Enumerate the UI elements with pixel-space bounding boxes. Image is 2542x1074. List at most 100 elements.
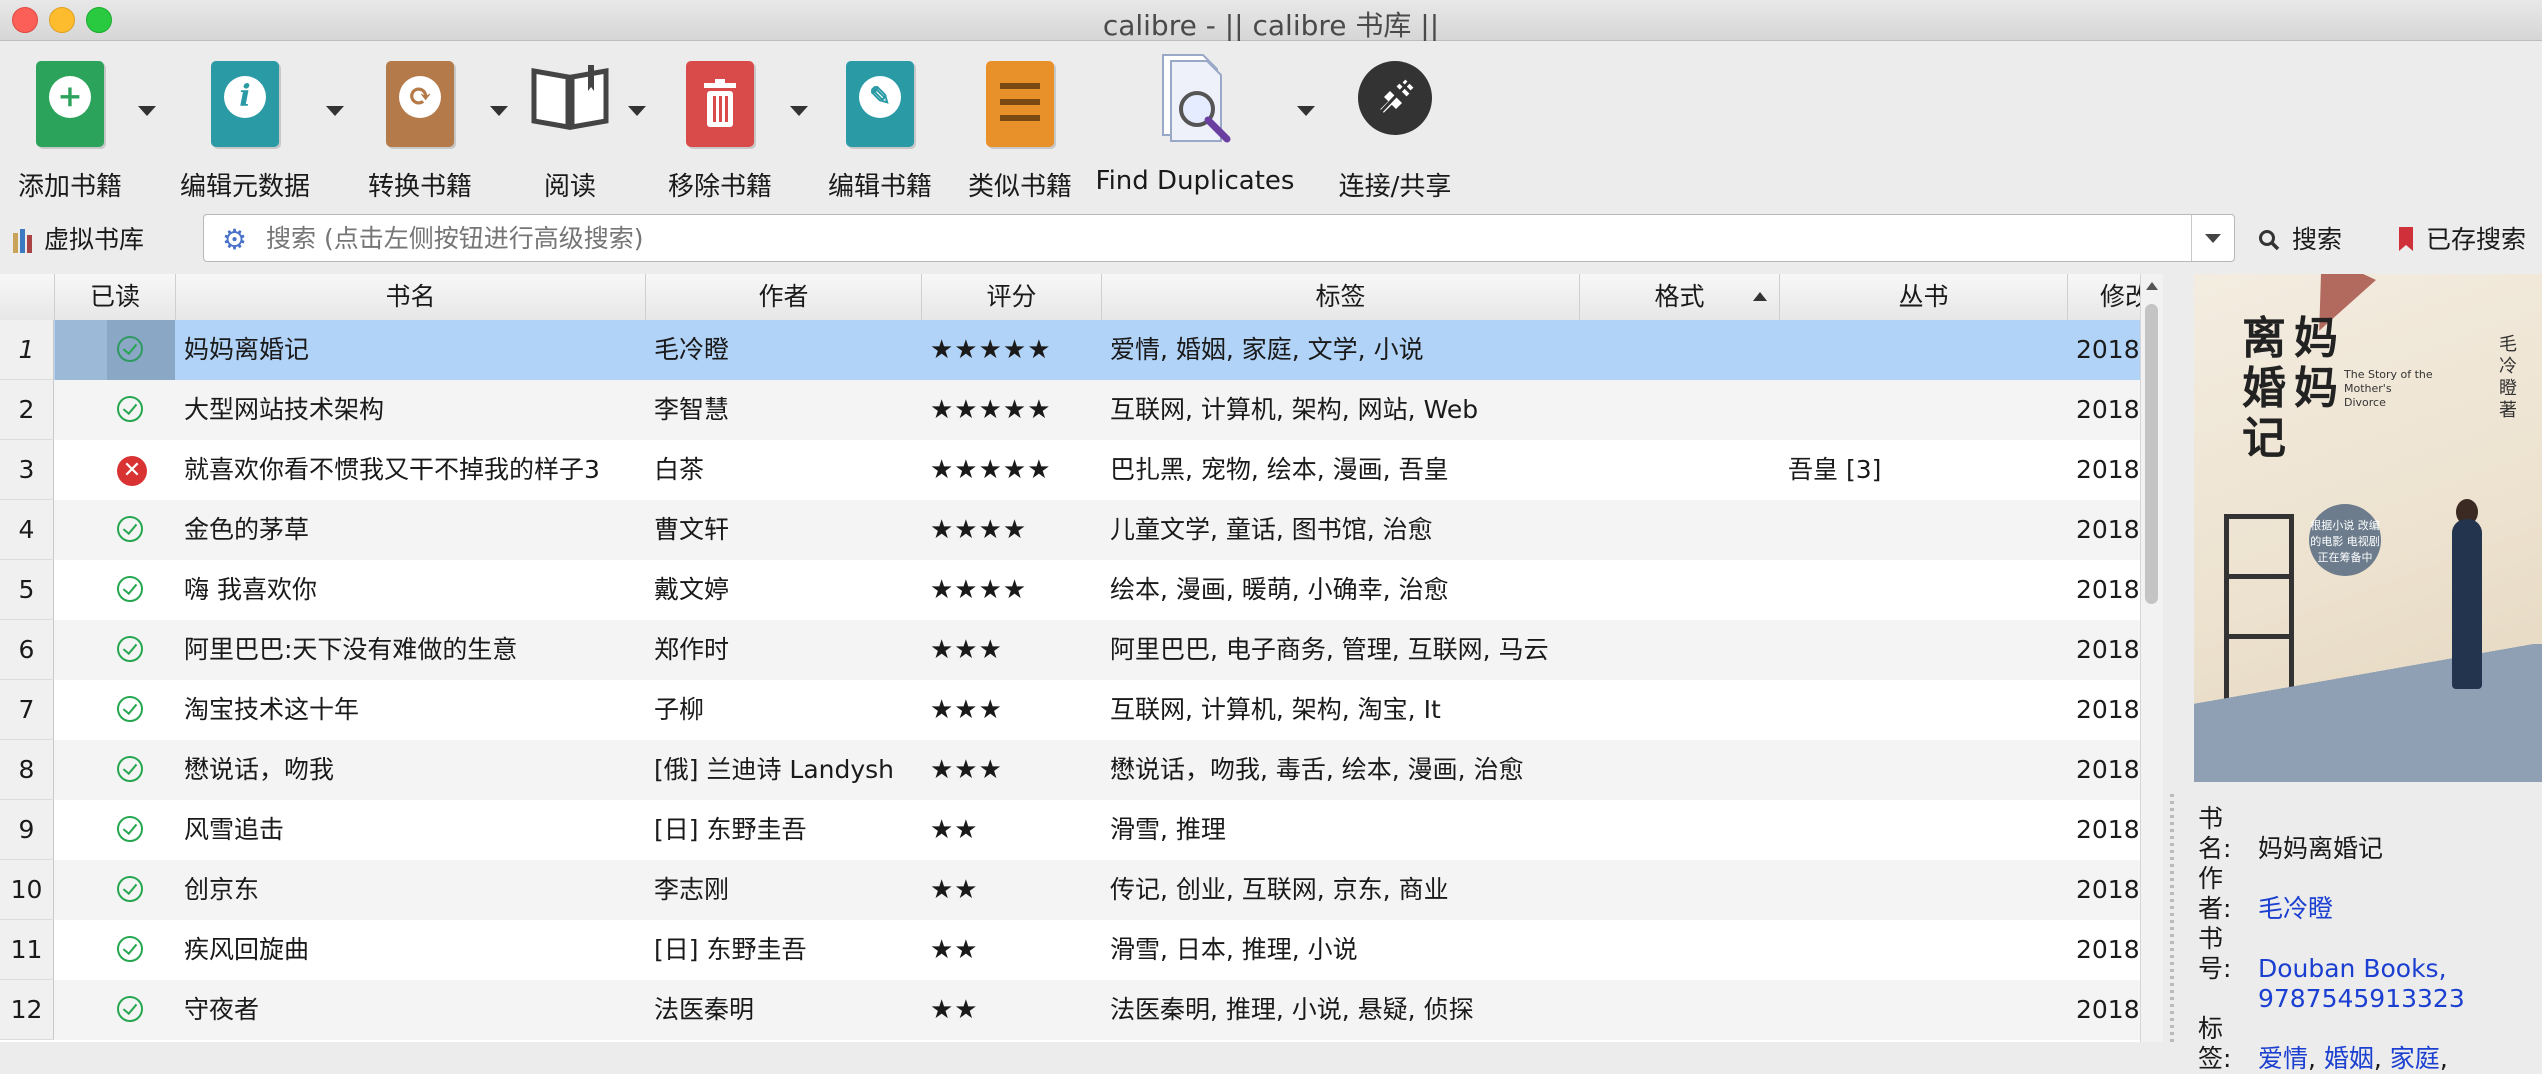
column-header-tags[interactable]: 标签 — [1102, 274, 1580, 320]
tags-cell[interactable]: 懋说话，吻我, 毒舌, 绘本, 漫画, 治愈 — [1110, 740, 1576, 800]
title-cell[interactable]: 创京东 — [184, 860, 640, 920]
modified-cell[interactable]: 2018- — [2076, 380, 2140, 440]
row-number[interactable]: 3 — [0, 440, 54, 500]
rating-cell[interactable]: ★★★★ — [930, 500, 1100, 560]
find-duplicates-dropdown[interactable] — [1297, 106, 1315, 116]
table-row[interactable]: 1 妈妈离婚记毛冷瞪★★★★★爱情, 婚姻, 家庭, 文学, 小说 2018- — [0, 320, 2140, 380]
tags-cell[interactable]: 阿里巴巴, 电子商务, 管理, 互联网, 马云 — [1110, 620, 1576, 680]
author-cell[interactable]: [俄] 兰迪诗 Landysh — [654, 740, 918, 800]
column-header-author[interactable]: 作者 — [646, 274, 922, 320]
table-row[interactable]: 12 守夜者法医秦明★★法医秦明, 推理, 小说, 悬疑, 侦探 2018- — [0, 980, 2140, 1040]
read-status-cell[interactable] — [55, 560, 175, 620]
read-status-cell[interactable] — [55, 740, 175, 800]
table-row[interactable]: 3 ✕ 就喜欢你看不惯我又干不掉我的样子3 白茶 ★★★★★ 巴扎黑, 宠物, 绘本, 漫… — [0, 440, 2140, 500]
series-cell[interactable] — [1788, 800, 2064, 860]
column-header-title[interactable]: 书名 — [176, 274, 646, 320]
series-cell[interactable] — [1788, 560, 2064, 620]
table-row[interactable]: 6 阿里巴巴:天下没有难做的生意 郑作时 ★★★ 阿里巴巴, 电子商务, 管理, 互联网… — [0, 620, 2140, 680]
table-row[interactable]: 8 懋说话，吻我 [俄] 兰迪诗 Landysh ★★★ 懋说话，吻我, 毒舌, 绘本,… — [0, 740, 2140, 800]
author-cell[interactable]: 曹文轩 — [654, 500, 918, 560]
edit-metadata-dropdown[interactable] — [326, 106, 344, 116]
column-header-modified[interactable]: 修改 — [2068, 274, 2140, 320]
column-header-format[interactable]: 格式 — [1580, 274, 1780, 320]
column-header-rating[interactable]: 评分 — [922, 274, 1102, 320]
title-cell[interactable]: 阿里巴巴:天下没有难做的生意 — [184, 620, 640, 680]
format-cell[interactable] — [1588, 560, 1778, 620]
modified-cell[interactable]: 2018- — [2076, 860, 2140, 920]
title-cell[interactable]: 守夜者 — [184, 980, 640, 1040]
edit-book-button[interactable]: ✎ 编辑书籍 — [815, 51, 945, 202]
convert-book-dropdown[interactable] — [490, 106, 508, 116]
author-cell[interactable]: 郑作时 — [654, 620, 918, 680]
read-status-cell[interactable] — [55, 320, 175, 380]
format-cell[interactable] — [1588, 440, 1778, 500]
modified-cell[interactable]: 2018- — [2076, 620, 2140, 680]
author-cell[interactable]: [日] 东野圭吾 — [654, 800, 918, 860]
rating-cell[interactable]: ★★★★★ — [930, 440, 1100, 500]
scrollbar-thumb[interactable] — [2145, 304, 2158, 604]
rating-cell[interactable]: ★★★ — [930, 680, 1100, 740]
author-cell[interactable]: 毛冷瞪 — [654, 320, 918, 380]
series-cell[interactable] — [1788, 620, 2064, 680]
row-number[interactable]: 1 — [0, 320, 54, 380]
format-cell[interactable] — [1588, 320, 1778, 380]
convert-book-button[interactable]: ⟳ 转换书籍 — [350, 51, 490, 202]
rating-cell[interactable]: ★★ — [930, 800, 1100, 860]
rating-cell[interactable]: ★★ — [930, 920, 1100, 980]
connect-share-button[interactable]: 连接/共享 — [1330, 51, 1460, 202]
row-number[interactable]: 7 — [0, 680, 54, 740]
format-cell[interactable] — [1588, 380, 1778, 440]
row-number[interactable]: 4 — [0, 500, 54, 560]
read-status-cell[interactable] — [55, 680, 175, 740]
detail-ids-source-link[interactable]: Douban Books, — [2258, 954, 2447, 983]
series-cell[interactable] — [1788, 380, 2064, 440]
scroll-up-arrow-icon[interactable] — [2146, 282, 2158, 290]
read-status-cell[interactable] — [55, 380, 175, 440]
read-status-cell[interactable] — [55, 620, 175, 680]
read-status-cell[interactable] — [55, 500, 175, 560]
format-cell[interactable] — [1588, 920, 1778, 980]
author-cell[interactable]: 李志刚 — [654, 860, 918, 920]
tags-cell[interactable]: 滑雪, 推理 — [1110, 800, 1576, 860]
row-number[interactable]: 2 — [0, 380, 54, 440]
title-cell[interactable]: 就喜欢你看不惯我又干不掉我的样子3 — [184, 440, 640, 500]
read-status-cell[interactable]: ✕ — [55, 440, 175, 500]
table-row[interactable]: 5 嗨 我喜欢你戴文婷★★★★绘本, 漫画, 暖萌, 小确幸, 治愈 2018- — [0, 560, 2140, 620]
series-cell[interactable] — [1788, 740, 2064, 800]
detail-tag-link[interactable]: 婚姻 — [2324, 1044, 2374, 1073]
tags-cell[interactable]: 爱情, 婚姻, 家庭, 文学, 小说 — [1110, 320, 1576, 380]
search-button[interactable]: 搜索 — [2258, 220, 2342, 256]
remove-book-dropdown[interactable] — [790, 106, 808, 116]
tags-cell[interactable]: 法医秦明, 推理, 小说, 悬疑, 侦探 — [1110, 980, 1576, 1040]
author-cell[interactable]: [日] 东野圭吾 — [654, 920, 918, 980]
title-cell[interactable]: 妈妈离婚记 — [184, 320, 640, 380]
series-cell[interactable]: 吾皇 [3] — [1788, 440, 2064, 500]
read-book-button[interactable]: 阅读 — [520, 51, 620, 202]
modified-cell[interactable]: 2018- — [2076, 740, 2140, 800]
series-cell[interactable] — [1788, 980, 2064, 1040]
rating-cell[interactable]: ★★ — [930, 860, 1100, 920]
virtual-library-button[interactable]: 虚拟书库 — [12, 220, 144, 256]
row-number[interactable]: 5 — [0, 560, 54, 620]
rating-cell[interactable]: ★★★★★ — [930, 320, 1100, 380]
format-cell[interactable] — [1588, 740, 1778, 800]
remove-book-button[interactable]: 移除书籍 — [650, 51, 790, 202]
modified-cell[interactable]: 2018- — [2076, 560, 2140, 620]
table-scrollbar[interactable] — [2140, 274, 2163, 1042]
read-status-cell[interactable] — [55, 860, 175, 920]
book-cover[interactable]: 离婚记 妈妈 The Story of the Mother's Divorce… — [2194, 274, 2542, 782]
title-cell[interactable]: 风雪追击 — [184, 800, 640, 860]
tags-cell[interactable]: 绘本, 漫画, 暖萌, 小确幸, 治愈 — [1110, 560, 1576, 620]
table-row[interactable]: 9 风雪追击[日] 东野圭吾★★滑雪, 推理 2018- — [0, 800, 2140, 860]
series-cell[interactable] — [1788, 920, 2064, 980]
modified-cell[interactable]: 2018- — [2076, 800, 2140, 860]
edit-metadata-button[interactable]: i 编辑元数据 — [170, 51, 320, 202]
format-cell[interactable] — [1588, 680, 1778, 740]
modified-cell[interactable]: 2018- — [2076, 500, 2140, 560]
advanced-search-gear-icon[interactable]: ⚙ — [222, 223, 247, 256]
read-status-cell[interactable] — [55, 980, 175, 1040]
panel-splitter[interactable] — [2170, 794, 2174, 1044]
author-cell[interactable]: 法医秦明 — [654, 980, 918, 1040]
title-cell[interactable]: 懋说话，吻我 — [184, 740, 640, 800]
add-book-button[interactable]: + 添加书籍 — [0, 51, 140, 202]
